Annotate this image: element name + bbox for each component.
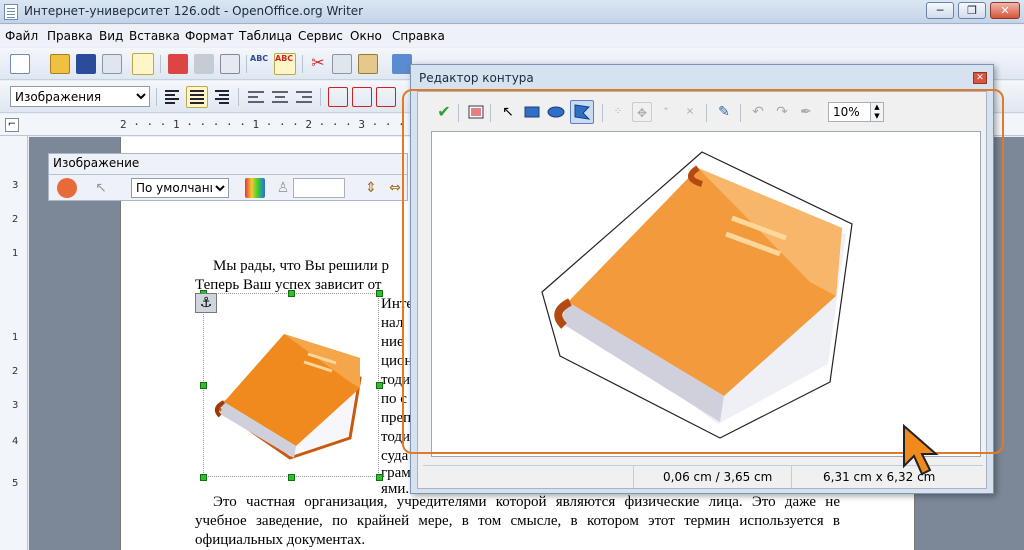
maximize-button[interactable]: ❐ (958, 2, 986, 19)
separator (246, 55, 247, 73)
ruler-label: 1 (12, 248, 19, 259)
resize-handle[interactable] (288, 474, 295, 481)
menu-window[interactable]: Окно (350, 29, 382, 43)
menu-help[interactable]: Справка (392, 29, 445, 43)
ruler-label: 1 (12, 332, 19, 343)
ruler-label: 3 (12, 400, 19, 411)
new-document-icon[interactable] (10, 54, 30, 74)
menu-tools[interactable]: Сервис (298, 29, 343, 43)
cursor-position: 0,06 cm / 3,65 cm (663, 470, 773, 484)
anchor-icon[interactable]: ⚓ (195, 293, 217, 313)
menu-view[interactable]: Вид (99, 29, 123, 43)
align-justify-selected-icon[interactable] (186, 86, 208, 108)
page-preview-icon[interactable] (220, 54, 240, 74)
menu-bar: Файл Правка Вид Вставка Формат Таблица С… (0, 25, 1024, 47)
image-floating-toolbar[interactable]: Изображение ↖ По умолчанию ♙ ⇕ ⇔ (48, 153, 408, 201)
ruler-label: 2 (12, 214, 19, 225)
wrap-left-icon[interactable] (246, 87, 266, 107)
menu-file[interactable]: Файл (5, 29, 38, 43)
transparency-icon[interactable]: ♙ (273, 178, 293, 198)
selected-book-image[interactable] (200, 290, 383, 481)
align-right-icon[interactable] (212, 87, 232, 107)
wrap-fragment: ние (381, 334, 404, 350)
separator (302, 55, 303, 73)
paragraph-style-select[interactable]: Изображения (10, 86, 150, 107)
window-title: Интернет-университет 126.odt - OpenOffic… (24, 4, 364, 18)
divider (49, 174, 407, 175)
wrap-right-icon[interactable] (294, 87, 314, 107)
close-button[interactable]: ✕ (990, 2, 1020, 19)
menu-table[interactable]: Таблица (239, 29, 292, 43)
transparency-input[interactable] (293, 178, 345, 198)
copy-icon[interactable] (332, 54, 352, 74)
autospellcheck-icon[interactable]: ABC (274, 53, 296, 75)
edit-file-icon[interactable] (132, 53, 154, 75)
dialog-title: Редактор контура (419, 71, 534, 85)
arrange-forward-icon[interactable] (376, 87, 396, 107)
wrap-fragment: нал (381, 315, 404, 331)
ruler-label: 2 (12, 366, 19, 377)
dialog-statusbar: 0,06 cm / 3,65 cm 6,31 cm x 6,32 cm (423, 465, 983, 488)
ruler-label: 5 (12, 478, 19, 489)
graphics-mode-select[interactable]: По умолчанию (131, 178, 229, 198)
menu-edit[interactable]: Правка (47, 29, 93, 43)
export-pdf-icon[interactable] (168, 54, 188, 74)
image-filter-icon[interactable] (57, 178, 77, 198)
book-image-icon (214, 334, 362, 460)
separator (160, 55, 161, 73)
resize-handle[interactable] (200, 382, 207, 389)
cut-icon[interactable]: ✂ (308, 54, 328, 74)
minimize-button[interactable]: ─ (926, 2, 954, 19)
spellcheck-icon[interactable]: ABC (250, 54, 270, 74)
separator (320, 88, 321, 106)
highlight-frame (402, 89, 1004, 454)
doc-paragraph-2: Это частная организация, учредителями ко… (195, 494, 840, 548)
email-icon[interactable] (102, 54, 122, 74)
align-left-icon[interactable] (162, 87, 182, 107)
resize-handle[interactable] (376, 474, 383, 481)
dialog-close-button[interactable]: ✕ (973, 72, 987, 84)
graphics-mode-icon[interactable]: ↖ (91, 178, 111, 198)
resize-handle[interactable] (288, 290, 295, 297)
ruler-label: 4 (12, 436, 19, 447)
tab-stop-icon[interactable]: ⌐ (5, 118, 19, 132)
mouse-cursor-icon (900, 423, 940, 483)
menu-format[interactable]: Формат (185, 29, 234, 43)
save-icon[interactable] (76, 54, 96, 74)
color-icon[interactable] (245, 178, 265, 198)
clone-format-icon[interactable] (392, 54, 412, 74)
flip-vertical-icon[interactable]: ⇕ (361, 178, 381, 198)
resize-handle[interactable] (376, 382, 383, 389)
writer-app-icon (4, 4, 18, 20)
resize-handle[interactable] (376, 290, 383, 297)
title-bar: Интернет-университет 126.odt - OpenOffic… (0, 0, 1024, 24)
arrange-front-icon[interactable] (328, 87, 348, 107)
doc-line-1: Мы рады, что Вы решили р (213, 258, 390, 274)
open-icon[interactable] (50, 54, 70, 74)
divider (791, 466, 792, 488)
print-icon[interactable] (194, 54, 214, 74)
vertical-ruler[interactable]: 3 2 1 1 2 3 4 5 (0, 136, 28, 550)
paste-icon[interactable] (358, 54, 378, 74)
separator (156, 88, 157, 106)
arrange-back-icon[interactable] (352, 87, 372, 107)
menu-insert[interactable]: Вставка (129, 29, 180, 43)
ruler-label: 3 (12, 180, 19, 191)
wrap-center-icon[interactable] (270, 87, 290, 107)
resize-handle[interactable] (200, 474, 207, 481)
separator (238, 88, 239, 106)
divider (633, 466, 634, 488)
toolbar-title: Изображение (53, 156, 140, 170)
